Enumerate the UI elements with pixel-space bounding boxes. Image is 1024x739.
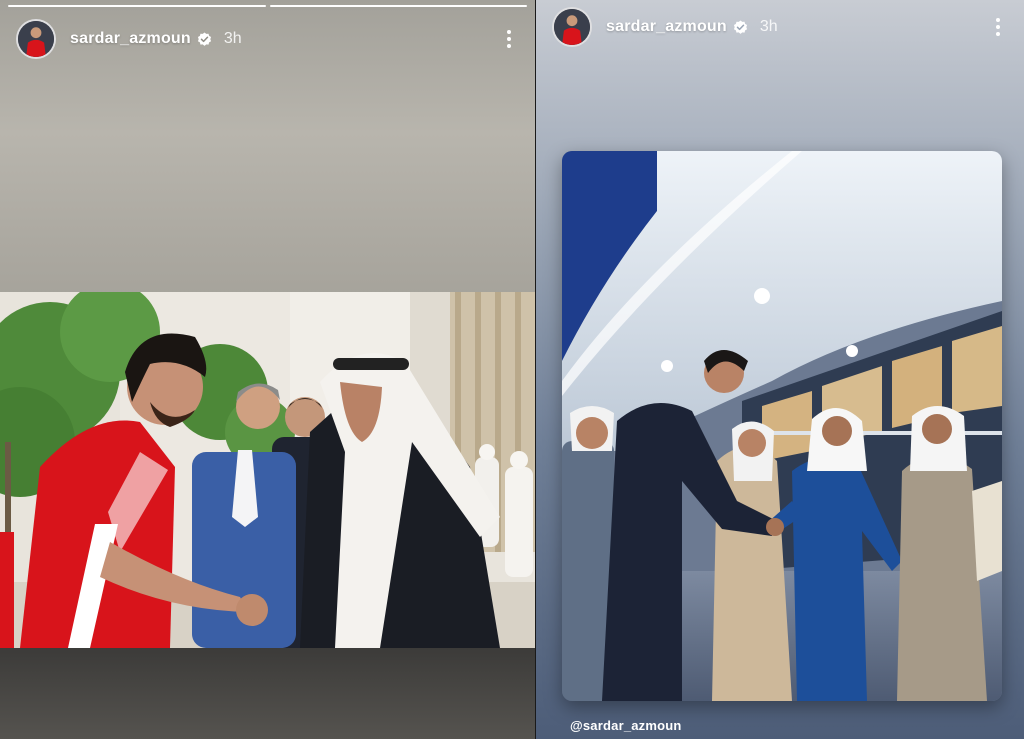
avatar[interactable] <box>552 7 592 47</box>
story-header: sardar_azmoun 3h <box>16 16 521 62</box>
avatar[interactable] <box>16 19 56 59</box>
verified-badge-icon <box>733 19 747 34</box>
verified-badge-icon <box>197 31 211 46</box>
progress-segment <box>8 5 266 7</box>
story-panel-left[interactable]: sardar_azmoun 3h <box>0 0 535 739</box>
username[interactable]: sardar_azmoun <box>70 30 191 48</box>
username[interactable]: sardar_azmoun <box>606 18 727 36</box>
story-time: 3h <box>223 30 242 47</box>
story-background-fill <box>0 648 535 739</box>
story-photo <box>562 151 1002 701</box>
story-time: 3h <box>759 18 778 35</box>
story-panel-right[interactable]: sardar_azmoun 3h @sardar_azmoun <box>536 0 1024 739</box>
mention-tag[interactable]: @sardar_azmoun <box>570 718 682 733</box>
story-photo <box>0 292 535 648</box>
more-vertical-icon[interactable] <box>986 15 1010 39</box>
story-header: sardar_azmoun 3h <box>552 4 1010 50</box>
progress-segment <box>269 5 527 7</box>
more-vertical-icon[interactable] <box>497 27 521 51</box>
story-progress-bar <box>8 5 527 7</box>
